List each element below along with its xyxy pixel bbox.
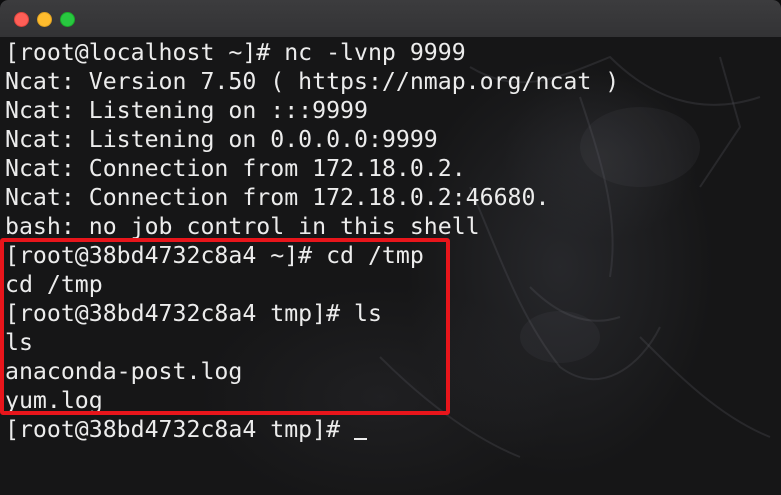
title-bar[interactable] [0,0,781,38]
terminal-line: Ncat: Connection from 172.18.0.2. [5,155,466,182]
prompt-line[interactable]: [root@38bd4732c8a4 tmp]# [5,415,619,444]
terminal-window: [root@localhost ~]# nc -lvnp 9999 Ncat: … [0,0,781,495]
red-highlight-box [0,238,450,415]
terminal-line: Ncat: Listening on :::9999 [5,97,368,124]
current-prompt: [root@38bd4732c8a4 tmp]# [5,416,341,443]
text-cursor [354,438,368,440]
close-window-button[interactable] [14,12,29,27]
terminal-line: Ncat: Connection from 172.18.0.2:46680. [5,184,550,211]
maximize-window-button[interactable] [60,12,75,27]
terminal-output[interactable]: [root@localhost ~]# nc -lvnp 9999 Ncat: … [0,37,781,495]
terminal-line: bash: no job control in this shell [5,213,480,240]
minimize-window-button[interactable] [37,12,52,27]
terminal-line: [root@localhost ~]# nc -lvnp 9999 [5,39,466,66]
terminal-line: Ncat: Version 7.50 ( https://nmap.org/nc… [5,68,620,95]
terminal-line: Ncat: Listening on 0.0.0.0:9999 [5,126,438,153]
